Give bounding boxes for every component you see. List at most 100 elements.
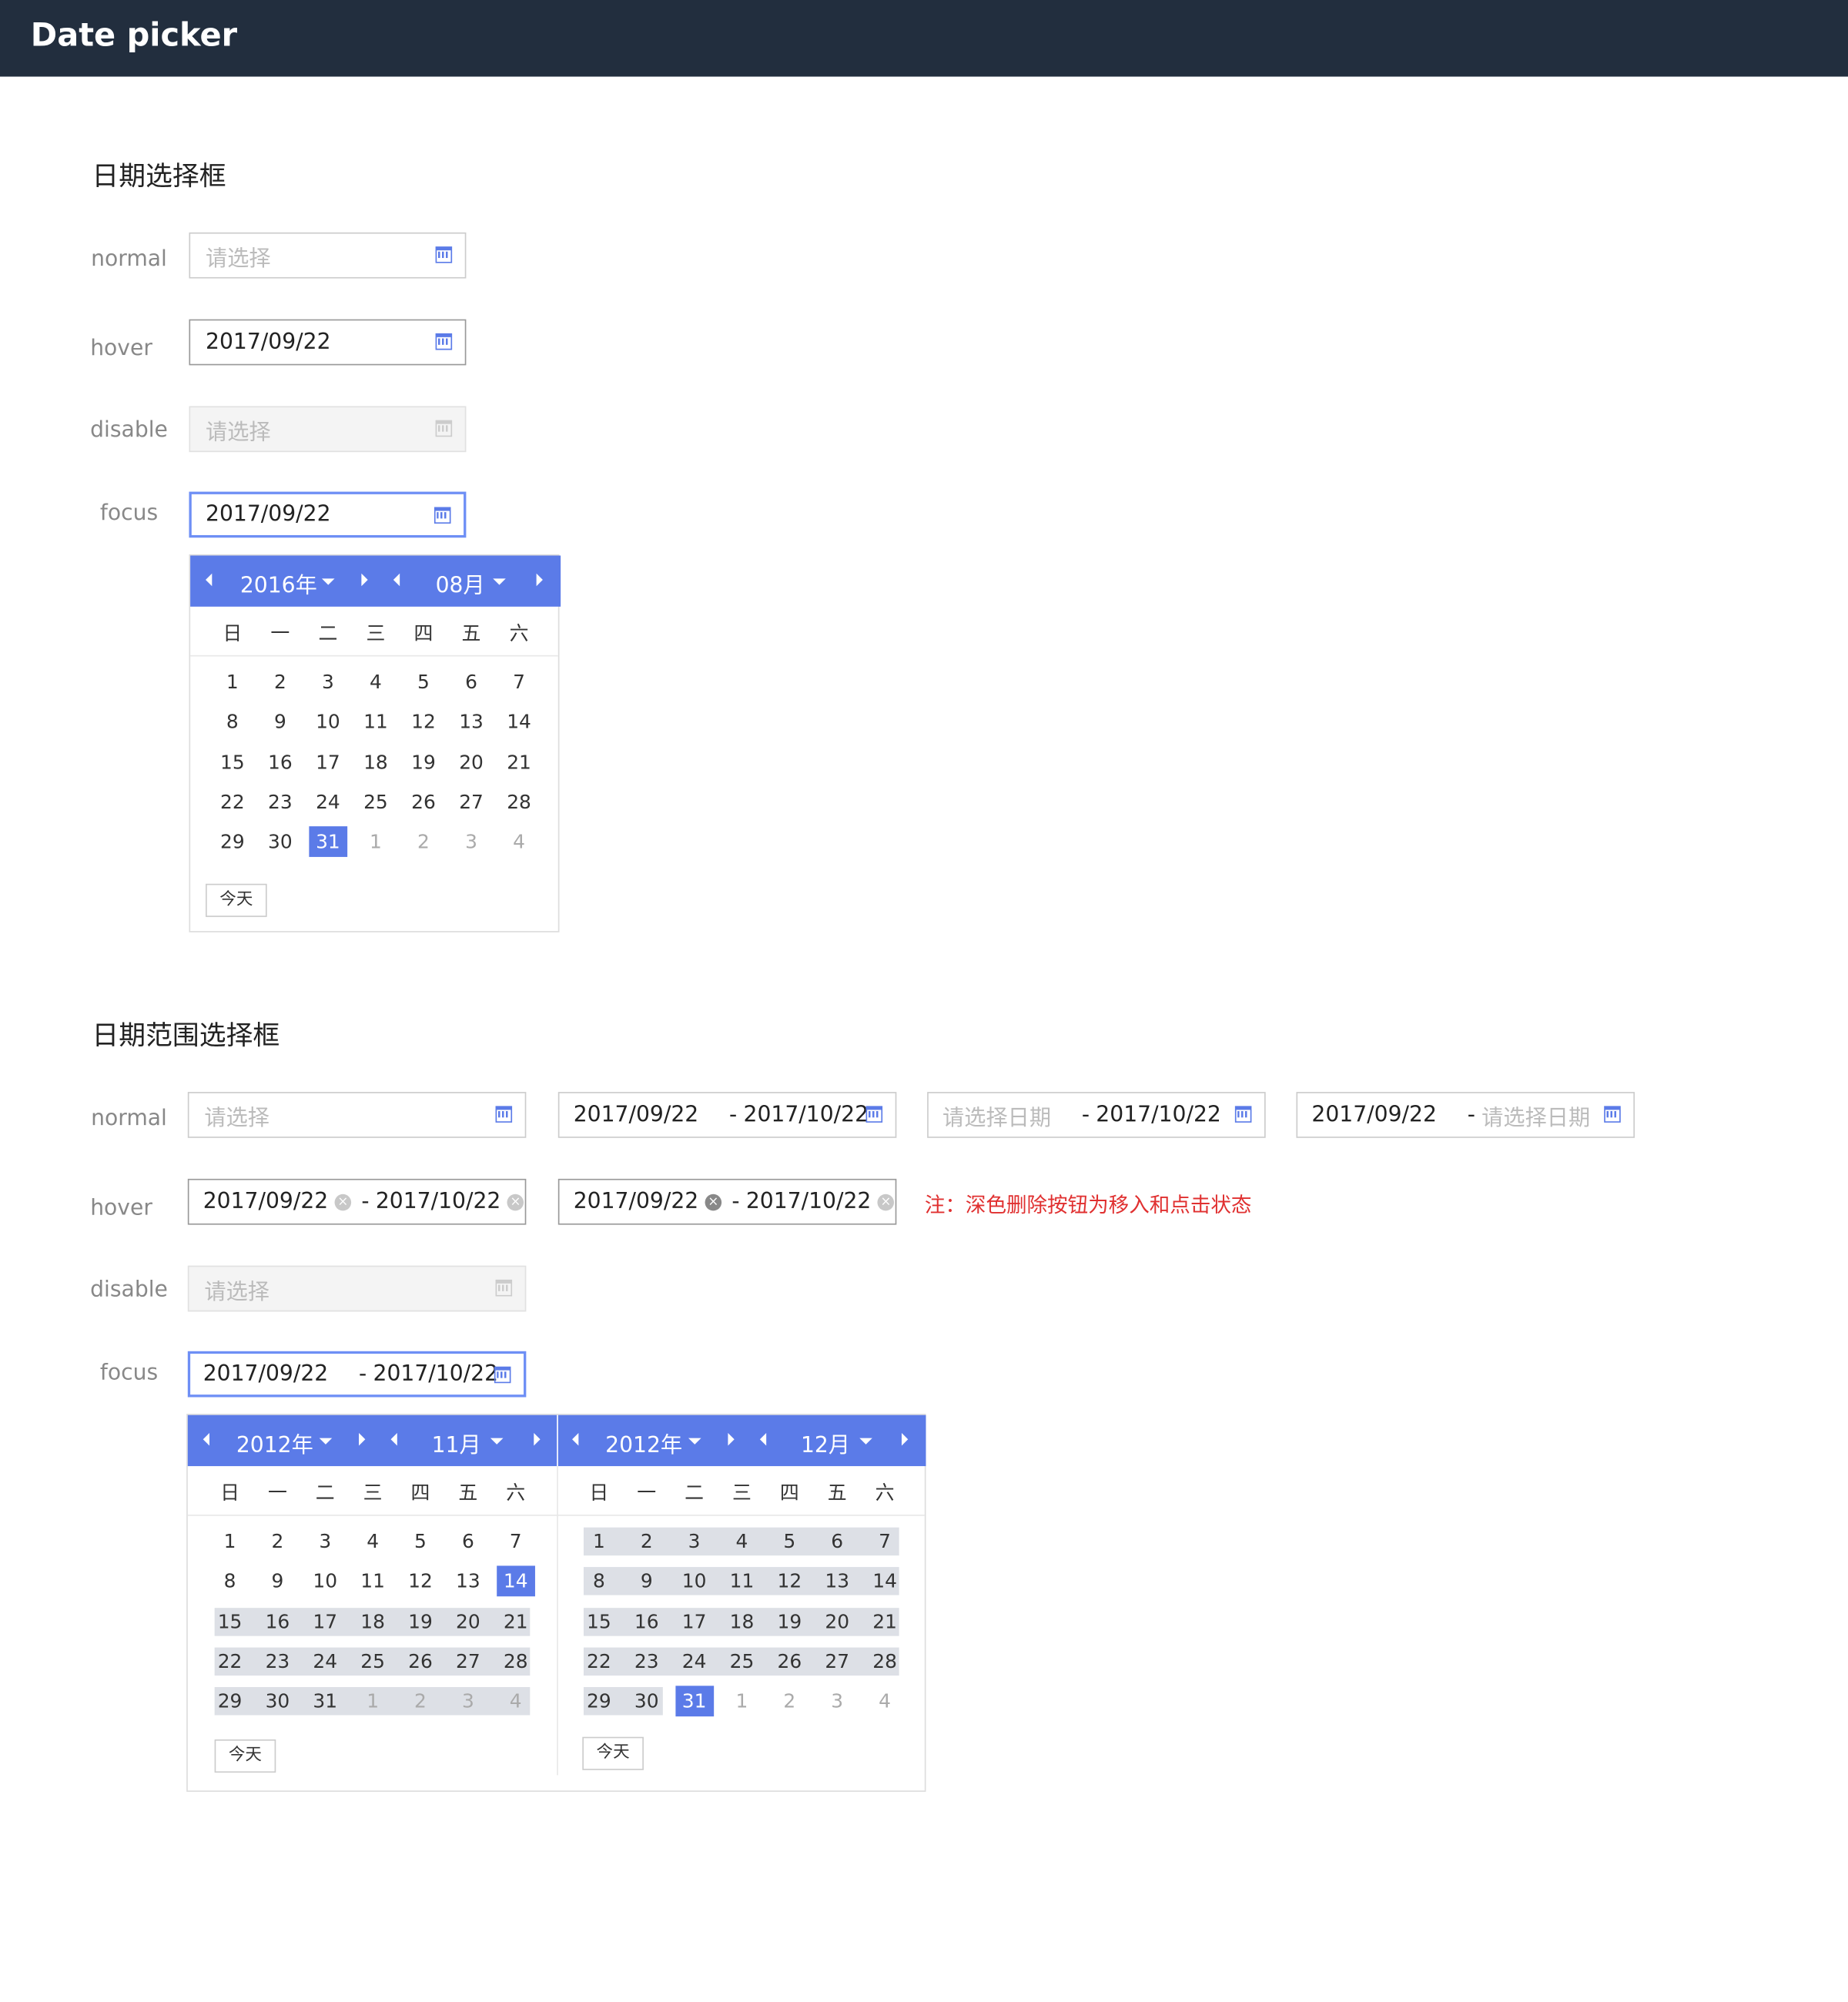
- calendar-day[interactable]: 4: [500, 826, 538, 857]
- clear-start-icon[interactable]: ×: [705, 1193, 722, 1210]
- calendar-day[interactable]: 3: [452, 826, 490, 857]
- calendar-day[interactable]: 24: [309, 787, 347, 818]
- range-input-normal-start-only[interactable]: 2017/09/22 - 请选择日期: [1296, 1092, 1635, 1138]
- calendar-day[interactable]: 31: [306, 1686, 344, 1717]
- calendar-day[interactable]: 1: [211, 1526, 249, 1557]
- calendar-day[interactable]: 12: [404, 707, 443, 738]
- today-button[interactable]: 今天: [206, 883, 267, 917]
- calendar-day[interactable]: 5: [770, 1526, 808, 1557]
- calendar-day[interactable]: 1: [357, 826, 395, 857]
- calendar-day[interactable]: 14: [500, 707, 538, 738]
- calendar-day[interactable]: 2: [404, 826, 443, 857]
- year-select[interactable]: 2016年: [240, 567, 317, 599]
- calendar-day[interactable]: 3: [675, 1526, 714, 1557]
- calendar-day[interactable]: 10: [675, 1566, 714, 1597]
- calendar-day[interactable]: 11: [723, 1566, 762, 1597]
- calendar-day[interactable]: 22: [213, 787, 252, 818]
- calendar-day[interactable]: 14: [865, 1566, 904, 1597]
- calendar-day[interactable]: 7: [865, 1526, 904, 1557]
- calendar-day[interactable]: 2: [259, 1526, 297, 1557]
- calendar-day[interactable]: 28: [865, 1646, 904, 1677]
- calendar-day[interactable]: 21: [865, 1606, 904, 1637]
- next-month-icon[interactable]: [536, 573, 543, 587]
- calendar-day[interactable]: 29: [580, 1686, 618, 1717]
- calendar-day[interactable]: 1: [723, 1686, 762, 1717]
- calendar-day[interactable]: 9: [261, 707, 300, 738]
- calendar-day[interactable]: 16: [628, 1606, 666, 1637]
- prev-year-icon[interactable]: [206, 573, 213, 587]
- calendar-day[interactable]: 7: [500, 667, 538, 698]
- calendar-day[interactable]: 21: [500, 747, 538, 778]
- calendar-day[interactable]: 19: [401, 1606, 440, 1637]
- calendar-day[interactable]: 18: [357, 747, 395, 778]
- calendar-day[interactable]: 26: [401, 1646, 440, 1677]
- calendar-day[interactable]: 18: [353, 1606, 392, 1637]
- calendar-day[interactable]: 25: [357, 787, 395, 818]
- range-input-focus[interactable]: 2017/09/22 - 2017/10/22: [187, 1351, 527, 1398]
- calendar-day[interactable]: 13: [452, 707, 490, 738]
- calendar-day[interactable]: 13: [449, 1566, 487, 1597]
- calendar-day[interactable]: 12: [401, 1566, 440, 1597]
- range-input-normal-filled[interactable]: 2017/09/22 - 2017/10/22: [557, 1092, 897, 1138]
- next-month-icon[interactable]: [534, 1432, 541, 1446]
- date-input-hover[interactable]: 2017/09/22: [189, 319, 467, 366]
- clear-start-icon[interactable]: ×: [334, 1193, 352, 1210]
- date-input-normal[interactable]: 请选择: [189, 232, 467, 279]
- calendar-day[interactable]: 16: [261, 747, 300, 778]
- calendar-day[interactable]: 28: [497, 1646, 535, 1677]
- calendar-day[interactable]: 4: [865, 1686, 904, 1717]
- prev-month-icon[interactable]: [393, 573, 400, 587]
- chevron-down-icon[interactable]: [319, 1438, 333, 1445]
- year-select[interactable]: 2012年: [236, 1427, 313, 1458]
- calendar-day[interactable]: 12: [770, 1566, 808, 1597]
- month-select[interactable]: 11月: [432, 1427, 481, 1458]
- calendar-day[interactable]: 3: [818, 1686, 856, 1717]
- chevron-down-icon[interactable]: [321, 578, 335, 585]
- calendar-day[interactable]: 23: [261, 787, 300, 818]
- range-input-normal-empty[interactable]: 请选择: [187, 1092, 527, 1138]
- calendar-day[interactable]: 27: [818, 1646, 856, 1677]
- chevron-down-icon[interactable]: [493, 578, 506, 585]
- calendar-day[interactable]: 30: [259, 1686, 297, 1717]
- calendar-day[interactable]: 20: [452, 747, 490, 778]
- calendar-day[interactable]: 20: [449, 1606, 487, 1637]
- calendar-day[interactable]: 3: [449, 1686, 487, 1717]
- calendar-day[interactable]: 27: [449, 1646, 487, 1677]
- calendar-day[interactable]: 15: [580, 1606, 618, 1637]
- calendar-day[interactable]: 17: [306, 1606, 344, 1637]
- calendar-day[interactable]: 17: [309, 747, 347, 778]
- calendar-day[interactable]: 19: [770, 1606, 808, 1637]
- calendar-day[interactable]: 8: [211, 1566, 249, 1597]
- calendar-day[interactable]: 5: [401, 1526, 440, 1557]
- calendar-day[interactable]: 23: [628, 1646, 666, 1677]
- calendar-day[interactable]: 18: [723, 1606, 762, 1637]
- calendar-day[interactable]: 2: [628, 1526, 666, 1557]
- month-select[interactable]: 08月: [436, 567, 485, 599]
- calendar-day[interactable]: 9: [628, 1566, 666, 1597]
- calendar-day[interactable]: 29: [213, 826, 252, 857]
- calendar-day[interactable]: 22: [211, 1646, 249, 1677]
- calendar-day[interactable]: 24: [675, 1646, 714, 1677]
- calendar-day[interactable]: 25: [723, 1646, 762, 1677]
- prev-year-icon[interactable]: [203, 1432, 210, 1446]
- calendar-day[interactable]: 6: [449, 1526, 487, 1557]
- calendar-day[interactable]: 11: [357, 707, 395, 738]
- calendar-day[interactable]: 31: [675, 1686, 714, 1717]
- calendar-day[interactable]: 4: [497, 1686, 535, 1717]
- calendar-day[interactable]: 29: [211, 1686, 249, 1717]
- clear-end-icon[interactable]: ×: [877, 1193, 895, 1210]
- calendar-day[interactable]: 22: [580, 1646, 618, 1677]
- calendar-day[interactable]: 1: [213, 667, 252, 698]
- calendar-day[interactable]: 3: [306, 1526, 344, 1557]
- calendar-day[interactable]: 28: [500, 787, 538, 818]
- next-year-icon[interactable]: [361, 573, 368, 587]
- calendar-day[interactable]: 1: [353, 1686, 392, 1717]
- calendar-day[interactable]: 15: [211, 1606, 249, 1637]
- calendar-day[interactable]: 8: [213, 707, 252, 738]
- calendar-day[interactable]: 26: [404, 787, 443, 818]
- chevron-down-icon[interactable]: [490, 1438, 504, 1445]
- calendar-day[interactable]: 2: [261, 667, 300, 698]
- calendar-day[interactable]: 25: [353, 1646, 392, 1677]
- calendar-day[interactable]: 1: [580, 1526, 618, 1557]
- clear-end-icon[interactable]: ×: [507, 1193, 524, 1210]
